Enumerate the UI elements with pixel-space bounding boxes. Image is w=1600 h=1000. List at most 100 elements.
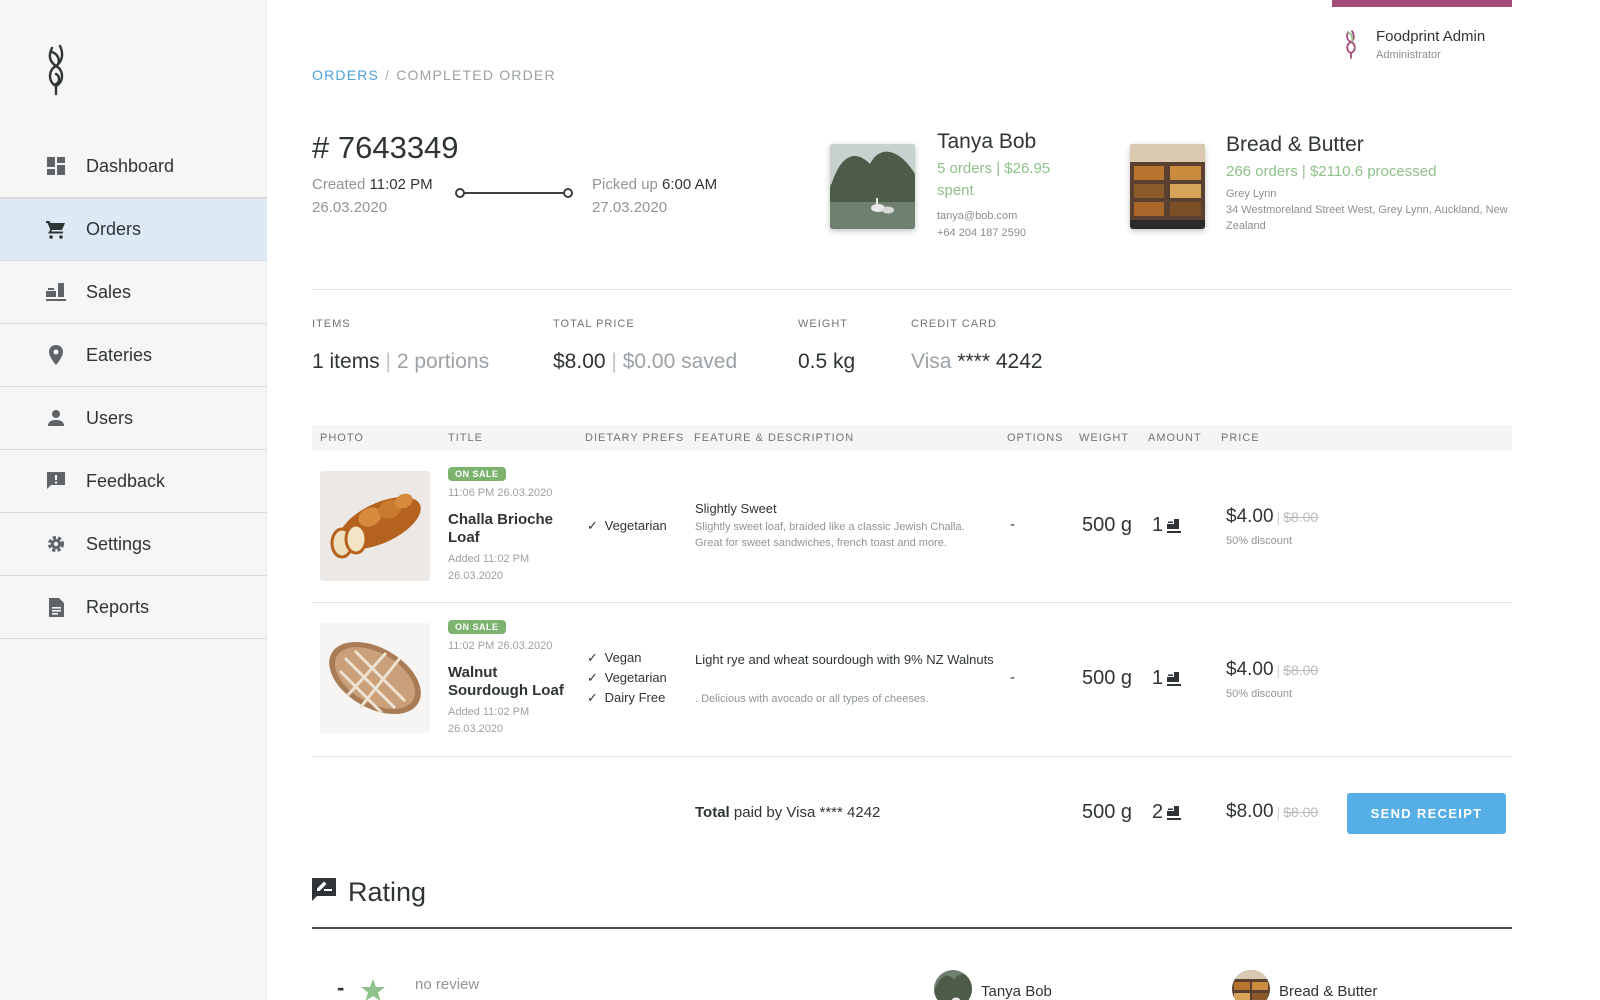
summary-total-label: TOTAL PRICE (553, 318, 635, 330)
eatery-info: Bread & Butter 266 orders | $2110.6 proc… (1226, 133, 1516, 234)
summary-separator: | (385, 350, 391, 373)
user-menu[interactable]: Foodprint Admin Administrator (1340, 28, 1485, 62)
product-description: Slightly sweet loaf, braided like a clas… (695, 521, 965, 549)
summary-weight: WEIGHT 0.5 kg (798, 318, 855, 374)
total-price: $8.00 | $8.00 (1226, 801, 1318, 823)
customer-email[interactable]: tanya@bob.com (937, 208, 1087, 225)
product-title[interactable]: Walnut Sourdough Loaf (448, 664, 568, 700)
product-amount: 1 (1152, 514, 1182, 537)
sidebar-item-reports[interactable]: Reports (0, 576, 267, 639)
total-amount-value: 2 (1152, 801, 1164, 823)
price-separator: | (1276, 804, 1281, 820)
sidebar-item-label: Sales (86, 281, 132, 302)
product-options: - (1010, 516, 1015, 533)
column-header-photo: PHOTO (320, 432, 364, 444)
document-icon (46, 597, 66, 617)
sidebar-item-settings[interactable]: Settings (0, 513, 267, 576)
picked-date: 27.03.2020 (592, 199, 668, 216)
check-icon: ✓ (587, 518, 598, 533)
product-timestamp: 11:02 PM 26.03.2020 (448, 640, 553, 652)
price-discount: 50% discount (1226, 535, 1293, 547)
summary-total: TOTAL PRICE $8.00 | $0.00 saved (553, 318, 737, 374)
eatery-suburb: Grey Lynn (1226, 188, 1277, 200)
total-price-original: $8.00 (1283, 804, 1319, 820)
summary-portions: 2 portions (396, 350, 490, 373)
price-discount: 50% discount (1226, 688, 1293, 700)
sales-icon (46, 282, 66, 302)
column-header-weight: WEIGHT (1079, 432, 1129, 444)
product-weight: 500 g (1082, 667, 1133, 689)
customer-info: Tanya Bob 5 orders | $26.95 spent tanya@… (937, 130, 1087, 242)
summary-items-label: ITEMS (312, 318, 351, 330)
sidebar-item-dashboard[interactable]: Dashboard (0, 135, 267, 198)
dietary-pref: Vegan (604, 650, 642, 665)
product-added: Added 11:02 PM 26.03.2020 (448, 553, 530, 582)
rating-section-title: Rating (312, 877, 426, 908)
product-added: Added 11:02 PM 26.03.2020 (448, 706, 530, 735)
order-picked-up: Picked up 6:00 AM 27.03.2020 (592, 173, 717, 219)
product-price: $4.00 | $8.00 (1226, 659, 1318, 681)
dietary-pref: Vegetarian (604, 518, 667, 533)
sidebar-item-label: Users (86, 407, 134, 428)
timeline-end-dot (563, 188, 573, 198)
on-sale-badge: ON SALE (448, 467, 506, 481)
column-header-title: TITLE (448, 432, 483, 444)
summary-weight-label: WEIGHT (798, 318, 848, 330)
eatery-name[interactable]: Bread & Butter (1226, 133, 1516, 157)
eatery-avatar[interactable] (1232, 970, 1270, 1000)
customer-photo[interactable] (830, 144, 915, 229)
sidebar-nav: Dashboard Orders Sales Eateries Users Fe… (0, 135, 267, 639)
gear-icon (46, 534, 66, 554)
send-receipt-button[interactable]: SEND RECEIPT (1347, 793, 1506, 834)
review-customer-name[interactable]: Tanya Bob (981, 983, 1052, 1000)
sidebar-item-orders[interactable]: Orders (0, 198, 267, 261)
price-current: $4.00 (1226, 659, 1274, 680)
total-paid-text: Total paid by Visa **** 4242 (695, 804, 880, 821)
rating-divider (312, 927, 1512, 929)
sidebar-item-feedback[interactable]: Feedback (0, 450, 267, 513)
sidebar-item-sales[interactable]: Sales (0, 261, 267, 324)
total-weight: 500 g (1082, 801, 1133, 823)
rate-review-icon (312, 878, 336, 907)
summary-items-value: 1 items (312, 350, 380, 373)
customer-avatar[interactable] (934, 970, 972, 1000)
product-photo[interactable] (320, 623, 430, 733)
sidebar-item-eateries[interactable]: Eateries (0, 324, 267, 387)
order-created: Created 11:02 PM 26.03.2020 (312, 173, 433, 219)
product-photo[interactable] (320, 471, 430, 581)
check-icon: ✓ (587, 650, 598, 665)
price-separator: | (1276, 509, 1281, 525)
column-header-dietary: DIETARY PREFS (585, 432, 685, 444)
row-divider (312, 602, 1512, 603)
portion-icon (1167, 518, 1182, 533)
foodprint-logo-icon (1340, 28, 1362, 62)
sidebar-item-users[interactable]: Users (0, 387, 267, 450)
user-icon (46, 408, 66, 428)
breadcrumb: ORDERS / COMPLETED ORDER (312, 67, 556, 83)
product-title[interactable]: Challa Brioche Loaf (448, 511, 568, 547)
created-date: 26.03.2020 (312, 199, 388, 216)
user-name: Foodprint Admin (1376, 28, 1486, 45)
summary-card: CREDIT CARD Visa **** 4242 (911, 318, 1043, 374)
customer-name[interactable]: Tanya Bob (937, 130, 1087, 154)
eatery-photo[interactable] (1130, 144, 1205, 229)
rating-title: Rating (348, 877, 427, 907)
breadcrumb-orders-link[interactable]: ORDERS (312, 67, 379, 83)
review-eatery-name[interactable]: Bread & Butter (1279, 983, 1377, 1000)
column-header-options: OPTIONS (1007, 432, 1064, 444)
product-feature: Light rye and wheat sourdough with 9% NZ… (695, 652, 994, 667)
eatery-address: 34 Westmoreland Street West, Grey Lynn, … (1226, 204, 1508, 232)
foodprint-logo-icon[interactable] (38, 40, 78, 100)
summary-separator: | (611, 350, 617, 373)
star-icon (361, 979, 385, 1000)
order-number: # 7643349 (312, 130, 459, 165)
card-number: **** 4242 (957, 350, 1043, 373)
amount-value: 1 (1152, 667, 1164, 689)
check-icon: ✓ (587, 670, 598, 685)
sidebar-item-label: Reports (86, 596, 150, 617)
app: Dashboard Orders Sales Eateries Users Fe… (0, 0, 1600, 1000)
summary-total-value: $8.00 (553, 350, 606, 373)
location-pin-icon (46, 345, 66, 365)
top-accent-bar (1332, 0, 1512, 7)
summary-weight-value: 0.5 kg (798, 350, 856, 373)
